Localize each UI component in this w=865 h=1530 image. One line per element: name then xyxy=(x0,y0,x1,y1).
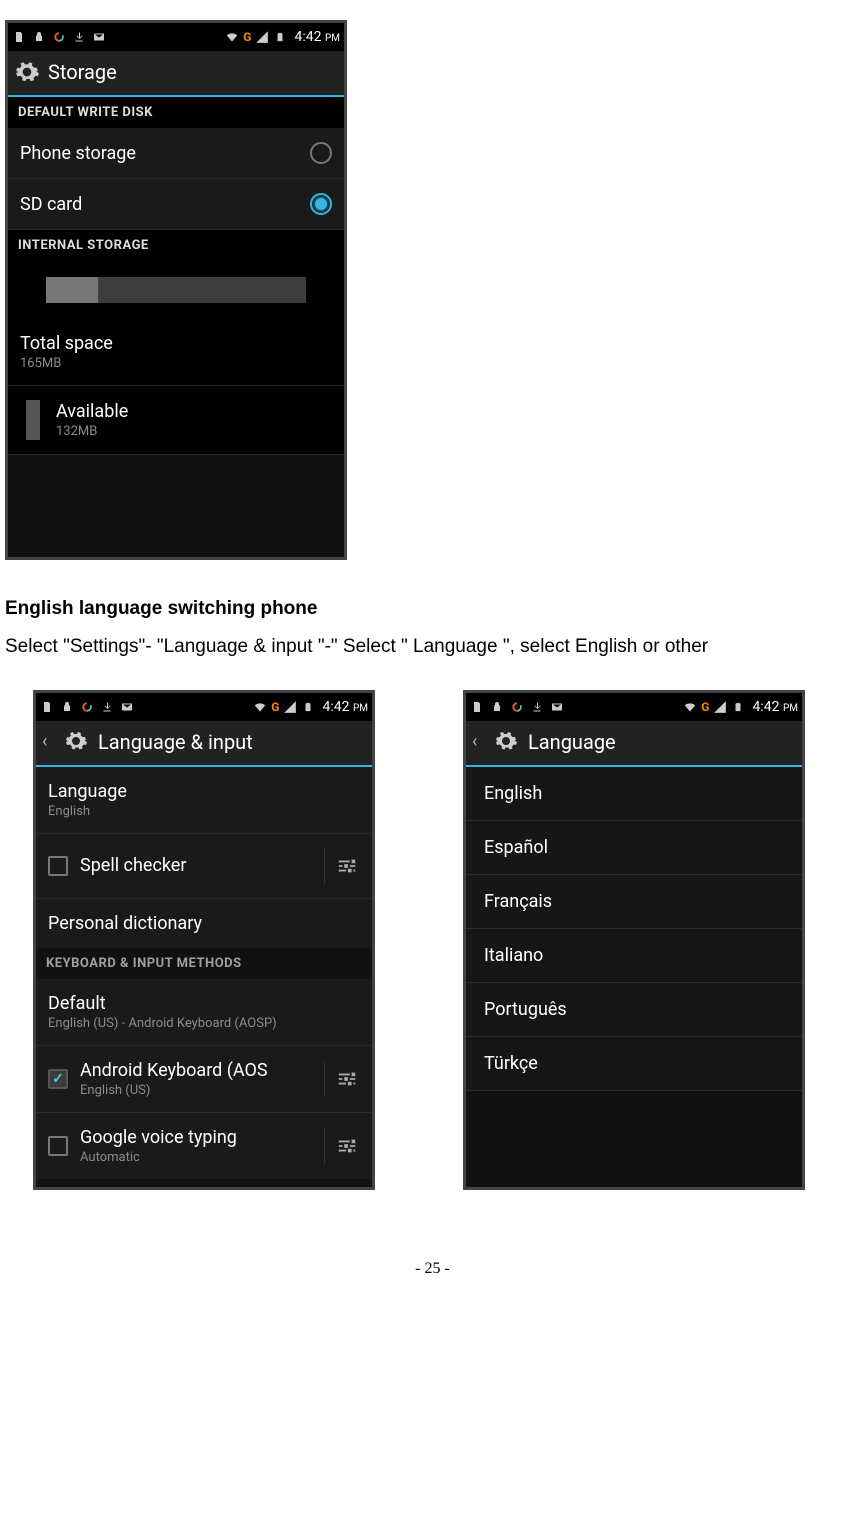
clock-time: 4:42 PM xyxy=(752,699,798,715)
page-title: Storage xyxy=(48,60,117,84)
page-title: Language xyxy=(528,730,616,754)
app-bar[interactable]: ‹ Language xyxy=(466,721,802,767)
gear-icon xyxy=(64,729,90,755)
row-label: SD card xyxy=(20,194,82,215)
download-icon xyxy=(100,700,114,714)
row-value: English (US) xyxy=(80,1083,268,1098)
signal-icon xyxy=(713,700,727,714)
row-label: Phone storage xyxy=(20,143,136,164)
app-bar[interactable]: ‹ Language & input xyxy=(36,721,372,767)
row-google-voice-typing[interactable]: Google voice typing Automatic xyxy=(36,1113,372,1179)
lang-option[interactable]: Français xyxy=(466,875,802,929)
doc-paragraph: Select "Settings"- "Language & input "-"… xyxy=(5,634,860,660)
lang-option[interactable]: English xyxy=(466,767,802,821)
gear-icon xyxy=(14,59,40,85)
document-page: G 4:42 PM Storage DEFAULT WRITE DISK Pho… xyxy=(5,20,860,1278)
row-label: Google voice typing xyxy=(80,1127,237,1148)
row-label: Total space xyxy=(20,333,113,354)
wifi-icon xyxy=(683,700,697,714)
lang-option[interactable]: Español xyxy=(466,821,802,875)
row-label: Personal dictionary xyxy=(48,913,202,934)
sync-icon xyxy=(52,30,66,44)
row-value: 132MB xyxy=(56,424,128,439)
screenshot-pair: G 4:42 PM ‹ Language & input Language En… xyxy=(5,690,860,1190)
section-keyboard-methods: KEYBOARD & INPUT METHODS xyxy=(36,948,372,979)
lock-icon xyxy=(490,700,504,714)
screenshot-language-list: G 4:42 PM ‹ Language English Español Fra… xyxy=(463,690,805,1190)
row-value: 165MB xyxy=(20,356,113,371)
app-bar[interactable]: Storage xyxy=(8,51,344,97)
page-title: Language & input xyxy=(98,730,253,754)
row-available[interactable]: Available 132MB xyxy=(8,386,344,455)
row-default-keyboard[interactable]: Default English (US) - Android Keyboard … xyxy=(36,979,372,1046)
storage-usage-bar xyxy=(8,261,344,319)
lang-option[interactable]: Türkçe xyxy=(466,1037,802,1091)
doc-heading: English language switching phone xyxy=(5,598,860,620)
row-value: Automatic xyxy=(80,1150,237,1165)
network-type-label: G xyxy=(701,700,709,714)
gear-icon xyxy=(494,729,520,755)
battery-icon xyxy=(731,700,745,714)
settings-sliders-icon[interactable] xyxy=(324,1061,360,1097)
row-label: Spell checker xyxy=(80,855,186,876)
screenshot-language-input: G 4:42 PM ‹ Language & input Language En… xyxy=(33,690,375,1190)
lock-icon xyxy=(60,700,74,714)
phone-icon xyxy=(12,30,26,44)
mail-icon xyxy=(550,700,564,714)
checkbox-on-icon[interactable] xyxy=(48,1069,68,1089)
row-label: Available xyxy=(56,401,128,422)
mail-icon xyxy=(120,700,134,714)
phone-icon xyxy=(470,700,484,714)
signal-icon xyxy=(255,30,269,44)
network-type-label: G xyxy=(243,30,251,44)
lock-icon xyxy=(32,30,46,44)
page-number: - 25 - xyxy=(5,1260,860,1278)
mail-icon xyxy=(92,30,106,44)
clock-time: 4:42 PM xyxy=(294,29,340,45)
wifi-icon xyxy=(225,30,239,44)
wifi-icon xyxy=(253,700,267,714)
screenshot-storage: G 4:42 PM Storage DEFAULT WRITE DISK Pho… xyxy=(5,20,347,560)
row-total-space[interactable]: Total space 165MB xyxy=(8,319,344,386)
battery-icon xyxy=(301,700,315,714)
row-language[interactable]: Language English xyxy=(36,767,372,834)
back-icon[interactable]: ‹ xyxy=(472,731,486,752)
section-default-disk: DEFAULT WRITE DISK xyxy=(8,97,344,128)
category-color-icon xyxy=(26,400,40,440)
status-bar: G 4:42 PM xyxy=(466,693,802,721)
back-icon[interactable]: ‹ xyxy=(42,731,56,752)
download-icon xyxy=(530,700,544,714)
row-label: Default xyxy=(48,993,277,1014)
radio-on-icon[interactable] xyxy=(310,193,332,215)
section-internal-storage: INTERNAL STORAGE xyxy=(8,230,344,261)
checkbox-off-icon[interactable] xyxy=(48,856,68,876)
battery-icon xyxy=(273,30,287,44)
sync-icon xyxy=(80,700,94,714)
checkbox-off-icon[interactable] xyxy=(48,1136,68,1156)
phone-icon xyxy=(40,700,54,714)
signal-icon xyxy=(283,700,297,714)
network-type-label: G xyxy=(271,700,279,714)
status-bar: G 4:42 PM xyxy=(8,23,344,51)
row-spell-checker[interactable]: Spell checker xyxy=(36,834,372,899)
row-value: English xyxy=(48,804,127,819)
sync-icon xyxy=(510,700,524,714)
row-label: Android Keyboard (AOS xyxy=(80,1060,268,1081)
row-value: English (US) - Android Keyboard (AOSP) xyxy=(48,1016,277,1031)
row-phone-storage[interactable]: Phone storage xyxy=(8,128,344,179)
lang-option[interactable]: Italiano xyxy=(466,929,802,983)
status-bar: G 4:42 PM xyxy=(36,693,372,721)
row-personal-dictionary[interactable]: Personal dictionary xyxy=(36,899,372,948)
row-android-keyboard[interactable]: Android Keyboard (AOS English (US) xyxy=(36,1046,372,1113)
row-label: Language xyxy=(48,781,127,802)
download-icon xyxy=(72,30,86,44)
settings-sliders-icon[interactable] xyxy=(324,848,360,884)
radio-off-icon[interactable] xyxy=(310,142,332,164)
clock-time: 4:42 PM xyxy=(322,699,368,715)
lang-option[interactable]: Português xyxy=(466,983,802,1037)
settings-sliders-icon[interactable] xyxy=(324,1128,360,1164)
row-sd-card[interactable]: SD card xyxy=(8,179,344,230)
